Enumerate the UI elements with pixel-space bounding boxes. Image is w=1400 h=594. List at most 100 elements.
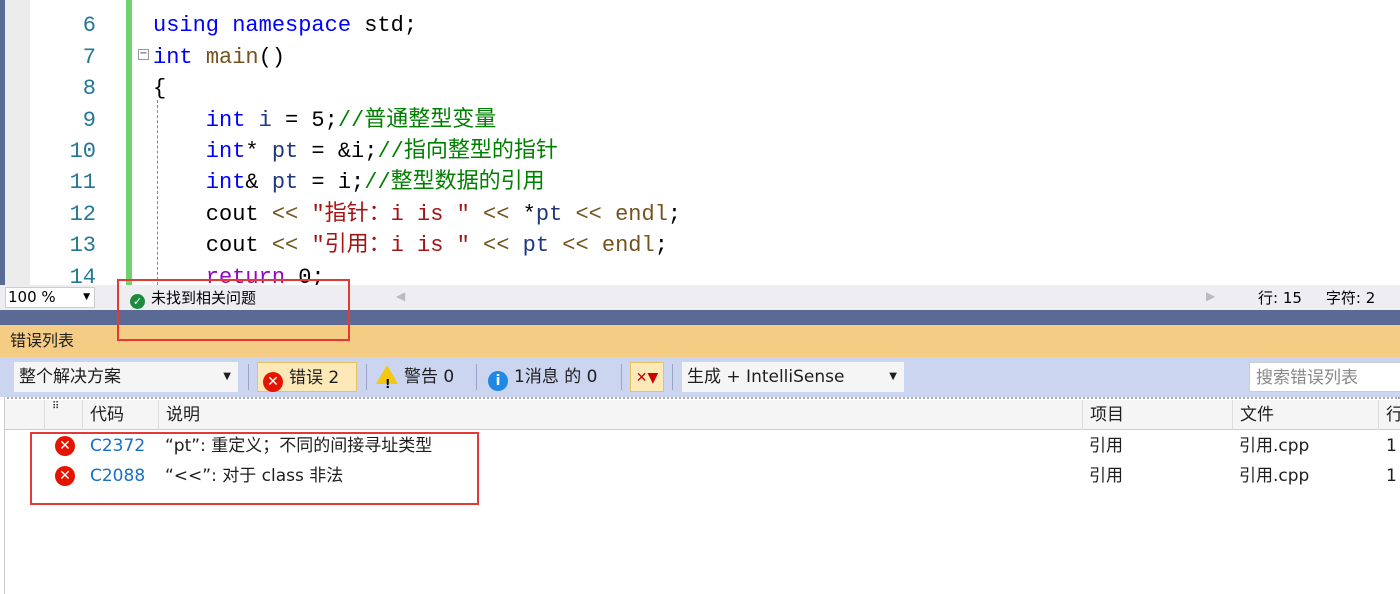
build-source-value: 生成 + IntelliSense — [687, 367, 845, 387]
column-header-code[interactable]: 代码 — [82, 400, 158, 430]
code-token: pt — [271, 139, 299, 164]
line-number: 7 — [82, 44, 96, 70]
grid-header: ⠿ 代码 说明 项目 文件 行 — [0, 400, 1400, 430]
code-text: int& pt = i;//整型数据的引用 — [153, 167, 545, 198]
scroll-left-icon[interactable]: ◀ — [396, 289, 405, 303]
code-token: << — [562, 201, 616, 227]
code-line[interactable]: 5 #include <iostream> — [0, 0, 1400, 10]
divider — [248, 364, 249, 390]
code-token: int — [153, 44, 206, 70]
code-line[interactable]: 6 using namespace std; — [0, 10, 1400, 41]
code-token: //普通整型变量 — [337, 107, 497, 133]
code-token: int — [153, 170, 246, 196]
line-number: 13 — [69, 233, 96, 259]
chevron-down-icon: ▼ — [889, 371, 897, 382]
scope-dropdown[interactable]: 整个解决方案 ▼ — [14, 362, 238, 392]
annotation-box — [30, 432, 479, 505]
column-header-project[interactable]: 项目 — [1082, 400, 1232, 430]
scroll-right-icon[interactable]: ▶ — [1206, 289, 1215, 303]
info-icon: i — [488, 371, 508, 391]
code-text: cout << "指针：i is " << *pt << endl; — [153, 199, 681, 230]
code-token: = &i; — [298, 139, 378, 164]
panel-left-edge — [0, 397, 5, 594]
code-token: = 5; — [271, 107, 338, 133]
code-line[interactable]: 7 int main() — [0, 42, 1400, 73]
column-header-description[interactable]: 说明 — [158, 400, 1082, 430]
line-number: 9 — [82, 107, 96, 133]
code-token: { — [153, 76, 167, 102]
code-token: main — [205, 44, 259, 70]
zoom-dropdown[interactable]: 100 % ▼ — [5, 287, 95, 308]
code-token: << — [271, 201, 312, 227]
scope-value: 整个解决方案 — [19, 367, 121, 387]
error-line: 1 — [1386, 466, 1397, 486]
column-header-line[interactable]: 行 — [1378, 400, 1400, 430]
warnings-count: 警告 0 — [404, 367, 455, 387]
warning-icon: ! — [376, 365, 398, 391]
code-text: { — [153, 73, 166, 104]
code-token: << — [469, 233, 523, 259]
code-text: int main() — [153, 42, 285, 73]
error-project: 引用 — [1089, 436, 1123, 456]
line-number: 10 — [69, 139, 96, 164]
warnings-filter-button[interactable]: ! 警告 0 — [376, 362, 454, 392]
error-line: 1 — [1386, 436, 1397, 456]
divider — [476, 364, 477, 390]
code-line[interactable]: 8{ — [0, 73, 1400, 104]
code-token: std; — [364, 13, 418, 39]
code-line[interactable]: 13 cout << "引用：i is " << pt << endl; — [0, 230, 1400, 261]
code-token: int — [153, 107, 259, 133]
code-text: int i = 5;//普通整型变量 — [153, 105, 496, 136]
char-number: 字符: 2 — [1325, 289, 1376, 307]
code-token: //指向整型的指针 — [377, 139, 558, 164]
code-token: using namespace — [153, 13, 365, 39]
messages-count: 1消息 的 0 — [514, 367, 598, 387]
search-error-list-input[interactable]: 搜索错误列表 — [1249, 362, 1400, 392]
error-icon: ✕ — [263, 372, 283, 392]
line-number: 8 — [82, 76, 96, 102]
error-file: 引用.cpp — [1239, 436, 1310, 456]
code-line[interactable]: 11 int& pt = i;//整型数据的引用 — [0, 167, 1400, 198]
code-token: int — [153, 139, 246, 164]
line-number: 6 — [82, 13, 96, 39]
annotation-box — [117, 279, 350, 341]
line-number: 5 — [40, 0, 96, 10]
code-token: () — [258, 44, 286, 70]
code-editor[interactable]: 5 #include <iostream> 6 using namespace std… — [0, 0, 1400, 285]
clear-filter-button[interactable]: ✕▼ — [630, 362, 664, 392]
code-line[interactable]: 10 int* pt = &i;//指向整型的指针 — [0, 136, 1400, 167]
chevron-down-icon: ▼ — [83, 292, 90, 302]
code-text: int* pt = &i;//指向整型的指针 — [153, 136, 558, 167]
column-chooser-icon[interactable]: ⠿ — [44, 400, 82, 430]
code-token: << — [549, 233, 602, 259]
divider — [621, 364, 622, 390]
code-token: pt — [522, 233, 550, 259]
collapse-icon[interactable]: − — [138, 49, 149, 60]
code-text: #include <iostream> — [153, 0, 404, 10]
chevron-down-icon: ▼ — [223, 371, 231, 382]
build-source-dropdown[interactable]: 生成 + IntelliSense ▼ — [682, 362, 904, 392]
code-line[interactable]: 9 int i = 5;//普通整型变量 — [0, 105, 1400, 136]
code-token: "指针：i is " — [311, 201, 470, 227]
code-line[interactable]: 12 cout << "指针：i is " << *pt << endl; — [0, 199, 1400, 230]
error-file: 引用.cpp — [1239, 466, 1310, 486]
code-token: "引用：i is " — [311, 233, 470, 259]
divider — [672, 364, 673, 390]
code-token: ; — [654, 233, 668, 259]
code-token: cout — [153, 201, 272, 227]
cursor-position: 行: 15 字符: 2 — [1258, 288, 1399, 308]
messages-filter-button[interactable]: i 1消息 的 0 — [488, 362, 597, 392]
code-text: cout << "引用：i is " << pt << endl; — [153, 230, 668, 261]
divider — [366, 364, 367, 390]
code-token: pt — [271, 170, 299, 196]
errors-count: 错误 2 — [289, 368, 340, 388]
column-header-file[interactable]: 文件 — [1232, 400, 1378, 430]
code-token: = i; — [298, 170, 365, 196]
code-token: ; — [667, 201, 682, 227]
line-number: 11 — [69, 170, 96, 196]
errors-filter-button[interactable]: ✕ 错误 2 — [257, 362, 357, 392]
code-token: << — [469, 201, 523, 227]
search-placeholder: 搜索错误列表 — [1256, 368, 1358, 388]
code-token: //整型数据的引用 — [364, 170, 545, 196]
code-token: cout — [153, 233, 272, 259]
